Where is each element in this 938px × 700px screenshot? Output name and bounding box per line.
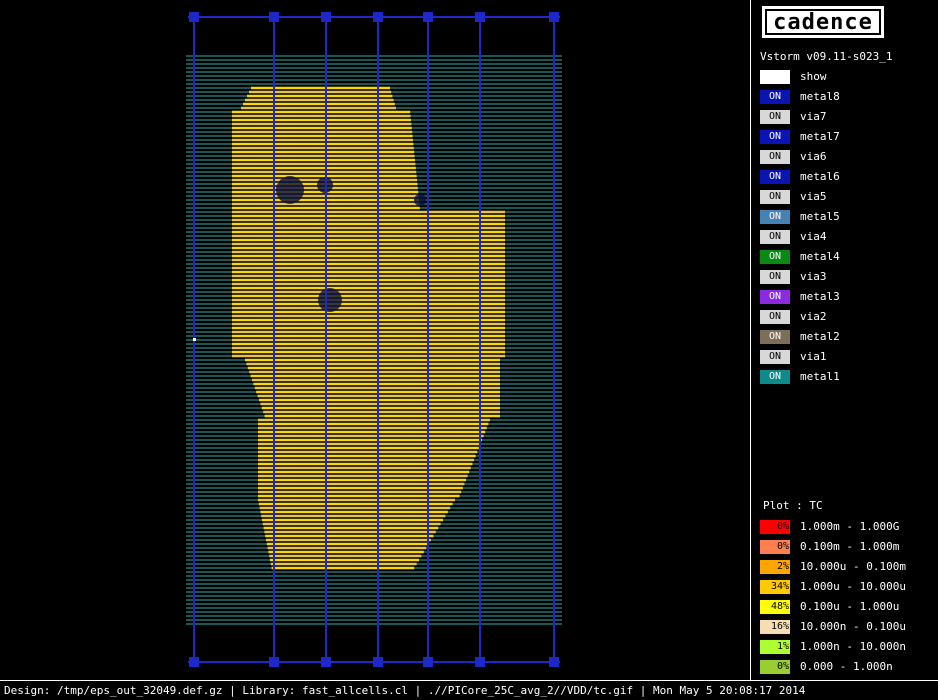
layer-name: metal7 <box>800 130 840 143</box>
scale-range: 0.100u - 1.000u <box>800 600 900 613</box>
layer-name: via7 <box>800 110 827 123</box>
hole <box>414 194 426 206</box>
power-pad <box>475 12 485 22</box>
status-bar: Design: /tmp/eps_out_32049.def.gz | Libr… <box>0 680 938 700</box>
layout-view[interactable] <box>0 0 750 680</box>
scale-swatch: 0% <box>760 660 790 674</box>
power-pad <box>549 657 559 667</box>
layer-toggle-via2[interactable]: ON via2 <box>760 310 930 324</box>
scale-range: 0.000 - 1.000n <box>800 660 893 673</box>
scale-swatch: 2% <box>760 560 790 574</box>
layer-toggle-via4[interactable]: ON via4 <box>760 230 930 244</box>
scale-range: 1.000n - 10.000n <box>800 640 906 653</box>
layer-toggle-metal1[interactable]: ON metal1 <box>760 370 930 384</box>
power-pad <box>189 12 199 22</box>
power-pad <box>423 657 433 667</box>
hole <box>318 288 342 312</box>
layer-toggle-via7[interactable]: ON via7 <box>760 110 930 124</box>
layer-toggle-metal2[interactable]: ON metal2 <box>760 330 930 344</box>
layer-swatch[interactable]: ON <box>760 270 790 284</box>
layer-swatch[interactable]: ON <box>760 330 790 344</box>
scale-swatch: 0% <box>760 520 790 534</box>
scale-range: 0.100m - 1.000m <box>800 540 900 553</box>
layer-name: metal5 <box>800 210 840 223</box>
layer-name: metal1 <box>800 370 840 383</box>
power-pad <box>549 12 559 22</box>
layer-toggle-via1[interactable]: ON via1 <box>760 350 930 364</box>
layer-name: via5 <box>800 190 827 203</box>
sidebar: cadence Vstorm v09.11-s023_1 show ON metal… <box>750 0 938 680</box>
layer-toggle-metal6[interactable]: ON metal6 <box>760 170 930 184</box>
layer-name: metal6 <box>800 170 840 183</box>
layer-name: via4 <box>800 230 827 243</box>
power-pad <box>321 12 331 22</box>
layer-name: via6 <box>800 150 827 163</box>
scale-range: 1.000u - 10.000u <box>800 580 906 593</box>
layer-swatch[interactable]: ON <box>760 190 790 204</box>
layer-swatch[interactable]: ON <box>760 170 790 184</box>
power-pad <box>189 657 199 667</box>
power-pad <box>475 657 485 667</box>
scale-swatch: 48% <box>760 600 790 614</box>
layer-name: metal8 <box>800 90 840 103</box>
layer-toggle-metal7[interactable]: ON metal7 <box>760 130 930 144</box>
layer-swatch[interactable] <box>760 70 790 84</box>
layer-name: metal2 <box>800 330 840 343</box>
scale-row: 0% 0.000 - 1.000n <box>760 660 935 674</box>
layer-swatch[interactable]: ON <box>760 110 790 124</box>
layer-swatch[interactable]: ON <box>760 130 790 144</box>
scale-row: 2% 10.000u - 0.100m <box>760 560 935 574</box>
power-pad <box>269 12 279 22</box>
scale-swatch: 0% <box>760 540 790 554</box>
layer-toggle-via5[interactable]: ON via5 <box>760 190 930 204</box>
layer-swatch[interactable]: ON <box>760 90 790 104</box>
layer-swatch[interactable]: ON <box>760 290 790 304</box>
scale-row: 0% 0.100m - 1.000m <box>760 540 935 554</box>
layer-name: metal4 <box>800 250 840 263</box>
logo-text: cadence <box>765 9 881 35</box>
scale-range: 1.000m - 1.000G <box>800 520 900 533</box>
scale-row: 48% 0.100u - 1.000u <box>760 600 935 614</box>
layer-name: show <box>800 70 827 83</box>
layer-name: via1 <box>800 350 827 363</box>
scale-swatch: 34% <box>760 580 790 594</box>
scale-row: 34% 1.000u - 10.000u <box>760 580 935 594</box>
scale-swatch: 1% <box>760 640 790 654</box>
layer-toggle-metal5[interactable]: ON metal5 <box>760 210 930 224</box>
probe-marker <box>193 338 196 341</box>
layer-name: metal3 <box>800 290 840 303</box>
power-pad <box>423 12 433 22</box>
version-label: Vstorm v09.11-s023_1 <box>760 50 893 63</box>
power-pad <box>269 657 279 667</box>
layer-swatch[interactable]: ON <box>760 350 790 364</box>
layer-swatch[interactable]: ON <box>760 210 790 224</box>
scale-swatch: 16% <box>760 620 790 634</box>
layer-name: via3 <box>800 270 827 283</box>
layer-name: via2 <box>800 310 827 323</box>
layout-canvas[interactable] <box>0 0 750 680</box>
cadence-logo: cadence <box>762 6 884 38</box>
layer-toggle-metal8[interactable]: ON metal8 <box>760 90 930 104</box>
scale-range: 10.000u - 0.100m <box>800 560 906 573</box>
layer-swatch[interactable]: ON <box>760 250 790 264</box>
layer-swatch[interactable]: ON <box>760 310 790 324</box>
layer-toggle-metal4[interactable]: ON metal4 <box>760 250 930 264</box>
layer-toggle-via6[interactable]: ON via6 <box>760 150 930 164</box>
layer-toggle-metal3[interactable]: ON metal3 <box>760 290 930 304</box>
scale-row: 0% 1.000m - 1.000G <box>760 520 935 534</box>
scale-range: 10.000n - 0.100u <box>800 620 906 633</box>
power-pad <box>321 657 331 667</box>
layer-swatch[interactable]: ON <box>760 370 790 384</box>
scale-row: 1% 1.000n - 10.000n <box>760 640 935 654</box>
hole <box>276 176 304 204</box>
layer-toggle-show[interactable]: show <box>760 70 930 84</box>
power-pad <box>373 12 383 22</box>
plot-title: Plot : TC <box>763 499 823 512</box>
layer-swatch[interactable]: ON <box>760 230 790 244</box>
power-pad <box>373 657 383 667</box>
layer-swatch[interactable]: ON <box>760 150 790 164</box>
scale-row: 16% 10.000n - 0.100u <box>760 620 935 634</box>
layer-toggle-via3[interactable]: ON via3 <box>760 270 930 284</box>
